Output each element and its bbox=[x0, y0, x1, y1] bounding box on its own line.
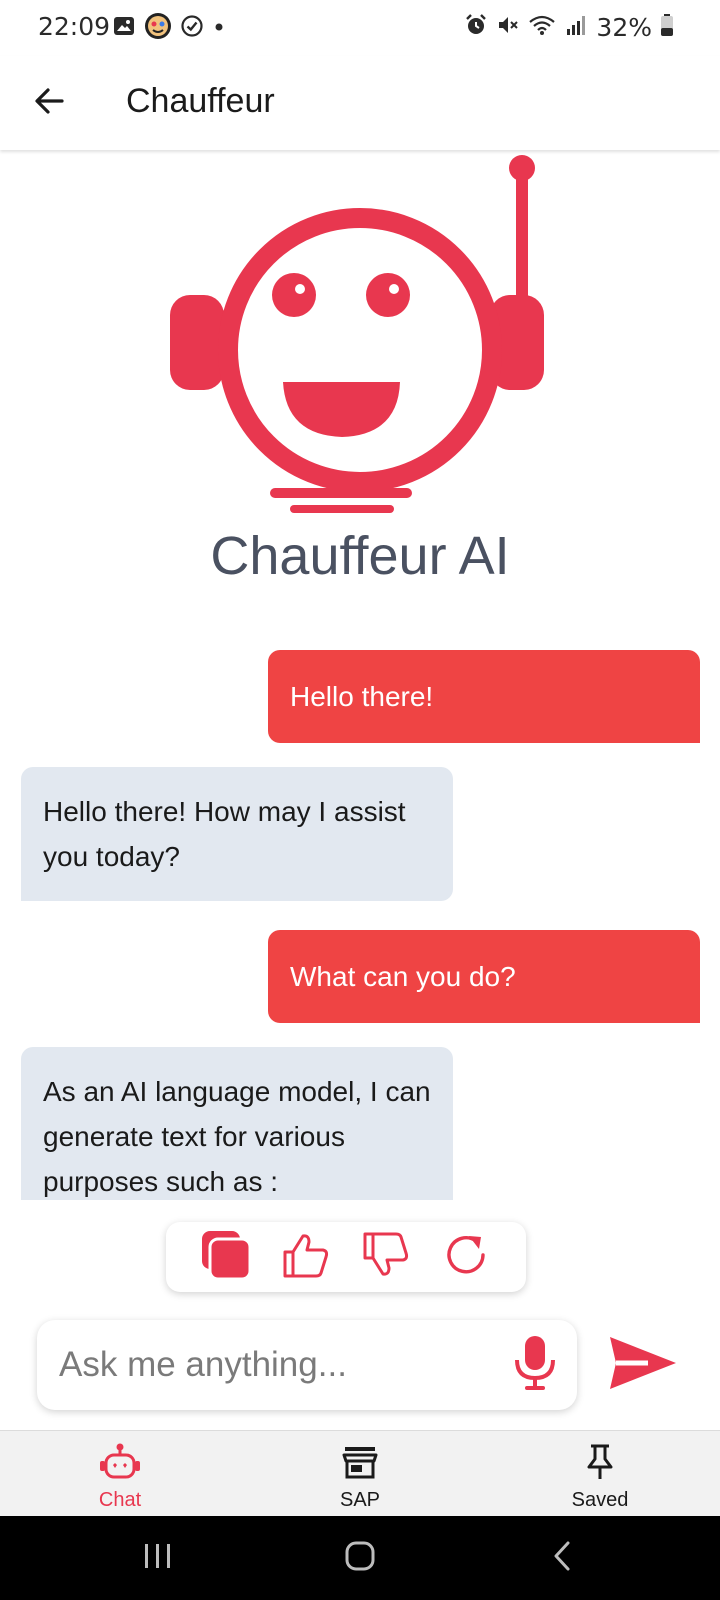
battery-percent: 32% bbox=[596, 12, 652, 42]
user-message: Hello there! bbox=[268, 650, 700, 743]
nav-label-chat: Chat bbox=[98, 1489, 142, 1511]
battery-icon bbox=[660, 13, 674, 41]
brand-name: Chauffeur AI bbox=[210, 526, 510, 586]
message-composer bbox=[37, 1320, 577, 1410]
microphone-icon bbox=[513, 1334, 557, 1396]
dot-icon bbox=[212, 19, 226, 38]
bot-message: As an AI language model, I can generate … bbox=[21, 1047, 453, 1200]
wifi-icon bbox=[528, 13, 556, 41]
home-icon bbox=[343, 1539, 377, 1577]
send-button[interactable] bbox=[605, 1330, 681, 1400]
check-circle-icon bbox=[180, 14, 204, 42]
mute-icon bbox=[496, 13, 520, 41]
store-icon bbox=[341, 1443, 379, 1485]
chevron-left-icon bbox=[547, 1539, 577, 1577]
nav-item-sap[interactable]: SAP bbox=[240, 1431, 480, 1516]
thumbs-down-button[interactable] bbox=[358, 1229, 414, 1285]
status-left-icons bbox=[112, 12, 226, 44]
bottom-navigation: Chat SAP Saved bbox=[0, 1430, 720, 1516]
alarm-icon bbox=[464, 13, 488, 41]
nav-label-sap: SAP bbox=[339, 1489, 381, 1511]
page-title: Chauffeur bbox=[126, 82, 275, 120]
system-back-button[interactable] bbox=[532, 1534, 592, 1582]
status-bar: 22:09 32% bbox=[0, 0, 720, 56]
copy-button[interactable] bbox=[198, 1229, 254, 1285]
recent-apps-button[interactable] bbox=[128, 1534, 188, 1582]
nav-label-saved: Saved bbox=[571, 1489, 629, 1511]
arrow-left-icon bbox=[32, 84, 66, 122]
image-icon bbox=[112, 14, 136, 42]
thumbs-up-icon bbox=[281, 1230, 331, 1284]
copy-icon bbox=[200, 1229, 252, 1285]
chauffeur-robot-logo bbox=[160, 150, 560, 530]
status-time: 22:09 bbox=[38, 12, 111, 41]
chat-messages[interactable]: Hello there! Hello there! How may I assi… bbox=[0, 600, 720, 1200]
message-input[interactable] bbox=[59, 1338, 489, 1392]
app-avatar-icon bbox=[144, 12, 172, 44]
status-right: 32% bbox=[464, 12, 674, 42]
robot-icon bbox=[99, 1443, 141, 1485]
signal-icon bbox=[564, 13, 588, 41]
system-navigation-bar bbox=[0, 1516, 720, 1600]
recent-apps-icon bbox=[141, 1541, 175, 1575]
thumbs-up-button[interactable] bbox=[278, 1229, 334, 1285]
nav-item-saved[interactable]: Saved bbox=[480, 1431, 720, 1516]
thumbs-down-icon bbox=[361, 1230, 411, 1284]
app-bar: Chauffeur bbox=[0, 56, 720, 150]
refresh-icon bbox=[441, 1230, 491, 1284]
user-message: What can you do? bbox=[268, 930, 700, 1023]
pin-icon bbox=[581, 1443, 619, 1485]
back-button[interactable] bbox=[26, 80, 72, 126]
nav-item-chat[interactable]: Chat bbox=[0, 1431, 240, 1516]
home-button[interactable] bbox=[330, 1534, 390, 1582]
bot-message: Hello there! How may I assist you today? bbox=[21, 767, 453, 901]
send-icon bbox=[608, 1333, 678, 1397]
regenerate-button[interactable] bbox=[438, 1229, 494, 1285]
mic-button[interactable] bbox=[509, 1336, 561, 1394]
message-actions bbox=[166, 1222, 526, 1292]
